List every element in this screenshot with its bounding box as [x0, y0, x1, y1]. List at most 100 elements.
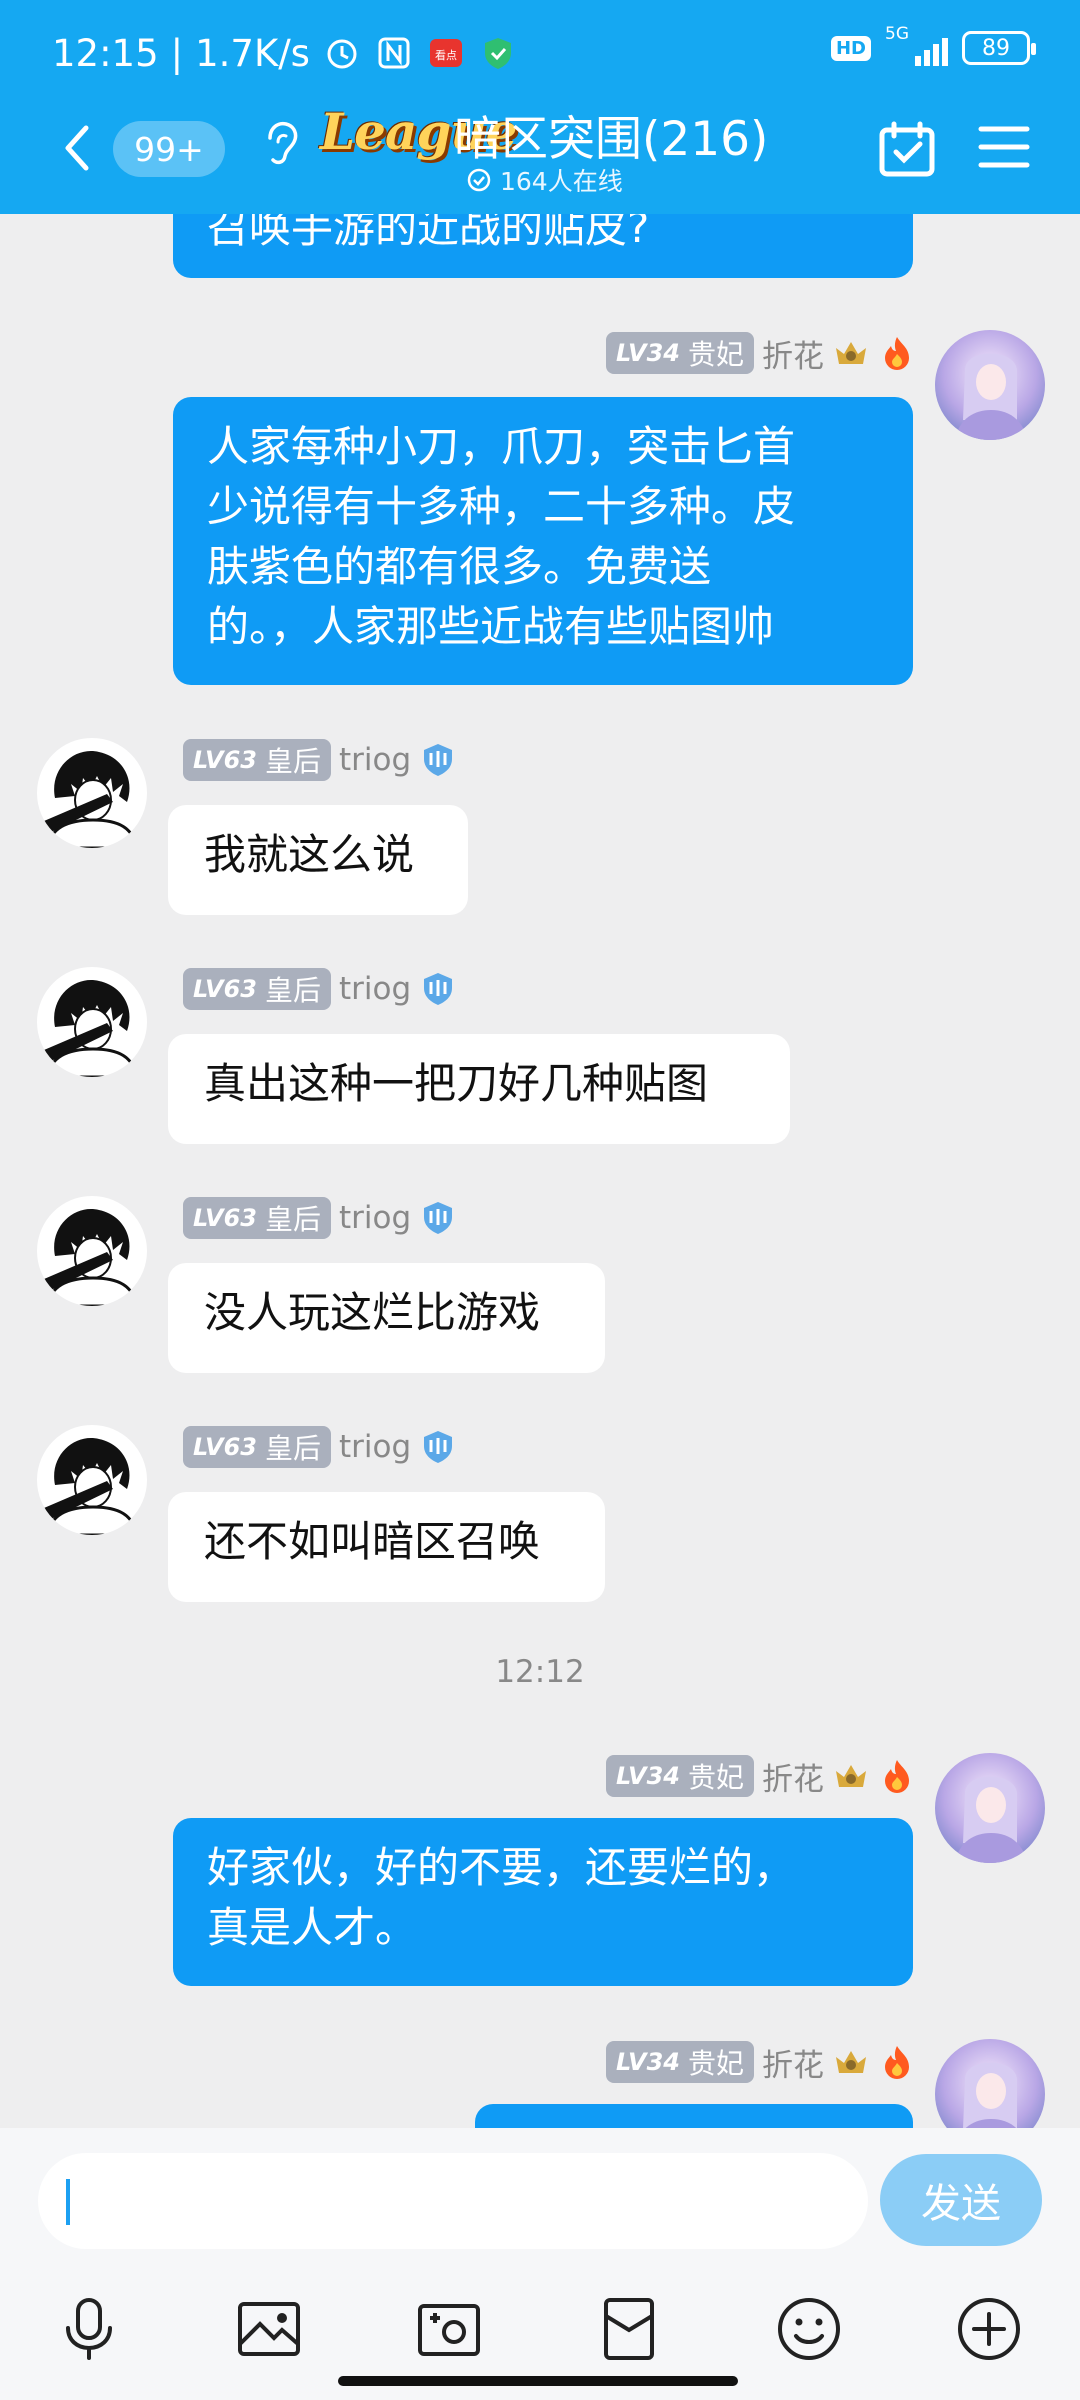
red-packet-icon[interactable]: [594, 2294, 664, 2364]
sender-name[interactable]: triog: [339, 971, 411, 1007]
news-app-label: 看点: [435, 48, 457, 62]
online-text: 164人在线: [500, 167, 623, 196]
level-title: 皇后: [264, 1432, 321, 1465]
shield-badge-icon: [424, 1202, 453, 1234]
message-line: 真是人才。: [207, 1903, 418, 1952]
alarm-icon: [322, 33, 362, 73]
level-number: LV34: [616, 2048, 680, 2076]
shield-badge-icon: [424, 1431, 453, 1463]
battery-level: 89: [982, 35, 1010, 61]
sender-meta: LV63 皇后 triog: [183, 1195, 457, 1241]
calendar-checkin-icon[interactable]: [878, 120, 936, 178]
sender-meta: LV34 贵妃 折花: [606, 1753, 916, 1799]
level-title: 贵妃: [687, 2047, 744, 2080]
avatar[interactable]: [37, 738, 147, 848]
message-line: 人家每种小刀，爪刀，突击匕首: [207, 422, 796, 471]
network-speed: 1.7K/s: [195, 31, 310, 75]
ear-icon[interactable]: [258, 114, 302, 174]
level-number: LV63: [193, 1433, 257, 1461]
level-number: LV34: [616, 1762, 680, 1790]
level-title: 皇后: [264, 1203, 321, 1236]
message-bubble[interactable]: 我就这么说: [168, 805, 468, 915]
fire-icon: [885, 1760, 909, 1793]
status-bar-left: 12:15 | 1.7K/s 看点: [52, 28, 518, 78]
online-check-icon: [467, 168, 491, 192]
avatar[interactable]: [935, 1753, 1045, 1863]
back-arrow-icon[interactable]: [56, 118, 96, 178]
nav-bar: 99+ League 暗区突围(216) 164人在线: [0, 100, 1080, 200]
plus-icon[interactable]: [954, 2294, 1024, 2364]
composer-bar: 发送: [0, 2128, 1080, 2400]
level-number: LV63: [193, 1204, 257, 1232]
network-type: 5G: [885, 24, 909, 44]
shield-app-icon: [478, 33, 518, 73]
level-title: 贵妃: [687, 338, 744, 371]
message-bubble[interactable]: 没人玩这烂比游戏: [168, 1263, 605, 1373]
level-title: 皇后: [264, 745, 321, 778]
sender-name[interactable]: triog: [339, 1429, 411, 1465]
level-number: LV34: [616, 339, 680, 367]
level-number: LV63: [193, 746, 257, 774]
level-badge: LV63 皇后: [183, 968, 331, 1010]
signal-icon: 5G: [885, 24, 948, 66]
level-badge: LV63 皇后: [183, 1426, 331, 1468]
level-badge: LV34 贵妃: [606, 1755, 754, 1797]
sender-name[interactable]: triog: [339, 1200, 411, 1236]
message-text: 没人玩这烂比游戏: [204, 1288, 541, 1337]
sender-name[interactable]: triog: [339, 742, 411, 778]
sender-meta: LV63 皇后 triog: [183, 966, 457, 1012]
home-indicator[interactable]: [338, 2376, 738, 2386]
microphone-icon[interactable]: [54, 2294, 124, 2364]
message-line: 少说得有十多种，二十多种。皮: [207, 482, 796, 531]
hd-icon: HD: [830, 35, 871, 61]
crown-badge-icon: [836, 342, 866, 364]
status-bar-right: HD 5G 89: [830, 24, 1036, 66]
timestamp: 12:12: [495, 1654, 585, 1690]
image-icon[interactable]: [234, 2294, 304, 2364]
message-text: 还不如叫暗区召唤: [204, 1517, 541, 1566]
online-count: 164人在线: [466, 162, 623, 198]
sender-name[interactable]: 折花: [762, 1754, 824, 1799]
sender-meta: LV63 皇后 triog: [183, 1424, 457, 1470]
shield-badge-icon: [424, 744, 453, 776]
menu-icon[interactable]: [978, 124, 1030, 170]
shield-badge-icon: [424, 973, 453, 1005]
message-input[interactable]: [38, 2153, 868, 2249]
battery-icon: 89: [962, 31, 1036, 65]
avatar[interactable]: [935, 330, 1045, 440]
emoji-icon[interactable]: [774, 2294, 844, 2364]
level-number: LV63: [193, 975, 257, 1003]
level-badge: LV63 皇后: [183, 1197, 331, 1239]
message-bubble[interactable]: 好家伙，好的不要，还要烂的， 真是人才。: [173, 1818, 913, 1986]
sender-name[interactable]: 折花: [762, 331, 824, 376]
news-app-icon: 看点: [426, 33, 466, 73]
level-badge: LV34 贵妃: [606, 332, 754, 374]
sender-meta: LV63 皇后 triog: [183, 737, 457, 783]
message-text: 真出这种一把刀好几种贴图: [204, 1059, 709, 1108]
fire-icon: [885, 337, 909, 370]
group-title[interactable]: 暗区突围(216): [454, 100, 768, 169]
level-badge: LV63 皇后: [183, 739, 331, 781]
send-button[interactable]: 发送: [880, 2154, 1042, 2246]
text-cursor: [66, 2179, 70, 2225]
nfc-icon: [374, 33, 414, 73]
avatar[interactable]: [37, 1425, 147, 1535]
avatar[interactable]: [37, 1196, 147, 1306]
message-line: 肤紫色的都有很多。免费送: [207, 542, 712, 591]
sender-meta: LV34 贵妃 折花: [606, 2039, 916, 2085]
crown-badge-icon: [836, 1765, 866, 1787]
fire-icon: [885, 2046, 909, 2079]
level-title: 贵妃: [687, 1761, 744, 1794]
sender-meta: LV34 贵妃 折花: [606, 330, 916, 376]
message-bubble[interactable]: 还不如叫暗区召唤: [168, 1492, 605, 1602]
crown-badge-icon: [836, 2051, 866, 2073]
level-badge: LV34 贵妃: [606, 2041, 754, 2083]
message-text: 我就这么说: [204, 830, 415, 879]
unread-count-badge[interactable]: 99+: [113, 121, 225, 177]
message-bubble[interactable]: 真出这种一把刀好几种贴图: [168, 1034, 790, 1144]
message-bubble[interactable]: 人家每种小刀，爪刀，突击匕首 少说得有十多种，二十多种。皮 肤紫色的都有很多。免…: [173, 397, 913, 685]
chat-header: 12:15 | 1.7K/s 看点 HD 5G 89 99+ League 暗区…: [0, 0, 1080, 214]
sender-name[interactable]: 折花: [762, 2040, 824, 2085]
avatar[interactable]: [37, 967, 147, 1077]
camera-icon[interactable]: [414, 2294, 484, 2364]
